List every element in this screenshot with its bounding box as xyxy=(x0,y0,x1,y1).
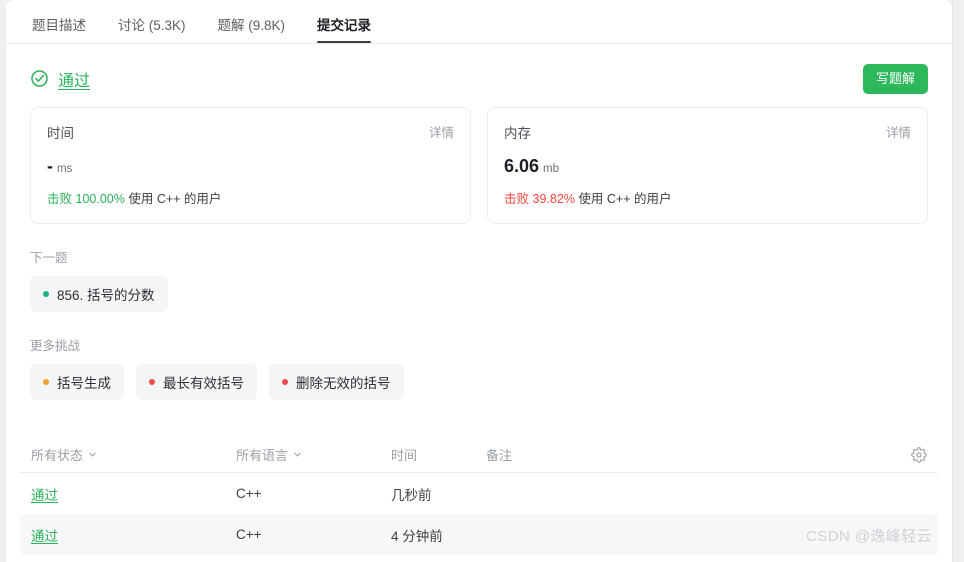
difficulty-dot-icon xyxy=(282,379,288,386)
runtime-unit: ms xyxy=(57,162,73,175)
memory-value-row: 6.06 mb xyxy=(504,157,911,176)
next-problem-chip[interactable]: 856. 括号的分数 xyxy=(30,276,168,313)
challenge-chip-label: 最长有效括号 xyxy=(163,376,244,392)
runtime-beat-prefix: 击败 xyxy=(47,192,73,207)
submissions-table: 所有状态 所有语言 时间 备注 通过 C++ 几秒前 通过 C++ 4 分钟前 xyxy=(6,400,952,556)
memory-card: 内存 详情 6.06 mb 击败 39.82% 使用 C++ 的用户 xyxy=(487,106,928,225)
memory-beat-prefix: 击败 xyxy=(504,192,530,207)
table-row[interactable]: 通过 C++ 几秒前 xyxy=(20,473,938,514)
more-challenges-list: 括号生成 最长有效括号 删除无效的括号 xyxy=(6,354,952,401)
table-row[interactable]: 通过 C++ 4 分钟前 xyxy=(20,514,938,556)
memory-card-header: 内存 详情 xyxy=(504,122,911,142)
submission-time: 4 分钟前 xyxy=(391,528,443,544)
filter-status[interactable]: 所有状态 xyxy=(31,445,236,464)
memory-beat-percent: 39.82% xyxy=(532,192,575,207)
next-problem-list: 856. 括号的分数 xyxy=(6,266,952,313)
difficulty-dot-icon xyxy=(43,379,49,386)
memory-card-title: 内存 xyxy=(504,125,531,141)
challenge-chip-longest-valid-parentheses[interactable]: 最长有效括号 xyxy=(136,364,257,401)
submissions-panel: 题目描述 讨论 (5.3K) 题解 (9.8K) 提交记录 通过 写题解 时间 … xyxy=(6,0,952,562)
runtime-value-row: - ms xyxy=(47,157,454,176)
runtime-value: - xyxy=(47,155,53,176)
tab-bar: 题目描述 讨论 (5.3K) 题解 (9.8K) 提交记录 xyxy=(6,0,952,44)
chevron-down-icon xyxy=(293,450,302,459)
next-problem-chip-label: 856. 括号的分数 xyxy=(57,288,155,304)
filter-status-label: 所有状态 xyxy=(31,448,84,464)
memory-detail-link[interactable]: 详情 xyxy=(886,122,911,141)
metric-cards: 时间 详情 - ms 击败 100.00% 使用 C++ 的用户 内存 详情 6.… xyxy=(6,94,952,225)
runtime-beat-percent: 100.00% xyxy=(75,192,125,207)
tab-problem-description[interactable]: 题目描述 xyxy=(16,18,102,44)
result-status-row: 通过 写题解 xyxy=(6,44,952,94)
more-challenges-label: 更多挑战 xyxy=(30,339,81,354)
submission-status: 通过 xyxy=(31,484,236,504)
tab-solutions[interactable]: 题解 (9.8K) xyxy=(202,18,302,44)
submission-language: C++ xyxy=(236,486,262,502)
result-status-label[interactable]: 通过 xyxy=(58,67,90,91)
submission-time: 几秒前 xyxy=(391,487,432,503)
chevron-down-icon xyxy=(88,450,97,459)
runtime-card-header: 时间 详情 xyxy=(47,122,454,142)
memory-value: 6.06 xyxy=(504,155,540,176)
next-problem-label: 下一题 xyxy=(30,251,68,266)
table-header-row: 所有状态 所有语言 时间 备注 xyxy=(20,437,938,474)
challenge-chip-label: 括号生成 xyxy=(57,376,111,392)
column-header-time: 时间 xyxy=(391,448,418,464)
column-header-note: 备注 xyxy=(486,448,513,464)
runtime-beat-suffix: 使用 C++ 的用户 xyxy=(128,192,222,207)
runtime-card: 时间 详情 - ms 击败 100.00% 使用 C++ 的用户 xyxy=(30,106,471,225)
runtime-card-title: 时间 xyxy=(47,125,74,141)
challenge-chip-label: 删除无效的括号 xyxy=(296,376,391,392)
submission-status-link[interactable]: 通过 xyxy=(31,488,58,503)
tab-submissions[interactable]: 提交记录 xyxy=(301,18,387,44)
challenge-chip-remove-invalid-parentheses[interactable]: 删除无效的括号 xyxy=(269,364,404,401)
filter-language[interactable]: 所有语言 xyxy=(236,445,391,464)
memory-unit: mb xyxy=(543,162,560,175)
gear-icon[interactable] xyxy=(911,446,927,463)
memory-beat-suffix: 使用 C++ 的用户 xyxy=(578,192,672,207)
tab-discussion[interactable]: 讨论 (5.3K) xyxy=(102,18,202,44)
memory-beat: 击败 39.82% 使用 C++ 的用户 xyxy=(504,188,911,207)
runtime-beat: 击败 100.00% 使用 C++ 的用户 xyxy=(47,188,454,207)
submission-language: C++ xyxy=(236,527,262,543)
challenge-chip-generate-parentheses[interactable]: 括号生成 xyxy=(30,364,124,401)
page-right-gutter xyxy=(952,0,964,562)
result-status: 通过 xyxy=(30,67,90,91)
filter-language-label: 所有语言 xyxy=(236,448,289,464)
submission-status-link[interactable]: 通过 xyxy=(31,529,58,544)
check-circle-icon xyxy=(30,69,49,88)
difficulty-dot-icon xyxy=(43,291,49,298)
submission-status: 通过 xyxy=(31,525,236,545)
difficulty-dot-icon xyxy=(149,379,155,386)
write-solution-button[interactable]: 写题解 xyxy=(862,64,928,94)
runtime-detail-link[interactable]: 详情 xyxy=(429,122,454,141)
